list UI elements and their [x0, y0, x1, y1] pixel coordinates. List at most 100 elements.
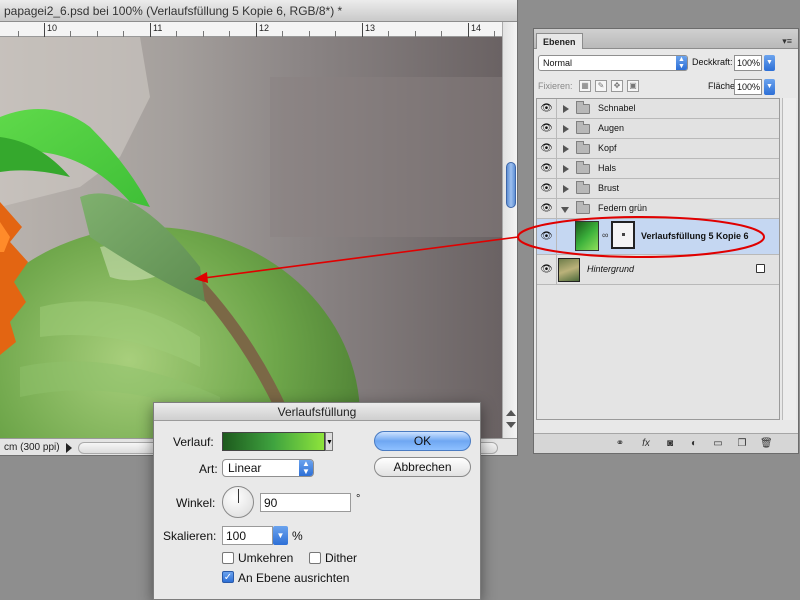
folder-icon	[576, 201, 590, 214]
lock-position-icon[interactable]: ✥	[611, 80, 623, 92]
scale-unit: %	[292, 529, 303, 543]
document-window: papagei2_6.psd bei 100% (Verlaufsfüllung…	[0, 0, 518, 456]
layer-row[interactable]: 👁 Kopf	[537, 139, 779, 159]
visibility-eye-icon[interactable]: 👁	[537, 159, 557, 179]
layer-name: Hals	[598, 163, 617, 173]
blend-mode-value: Normal	[543, 58, 573, 68]
vertical-scrollbar[interactable]	[502, 22, 517, 438]
visibility-eye-icon[interactable]: 👁	[537, 255, 557, 285]
ruler-label: 10	[47, 23, 58, 33]
dither-checkbox[interactable]	[309, 552, 321, 564]
fx-icon[interactable]: fx	[640, 438, 652, 449]
fill-input[interactable]: 100%	[734, 79, 762, 95]
scroll-up-icon[interactable]	[506, 410, 516, 416]
opacity-dropdown-icon[interactable]: ▼	[764, 55, 775, 71]
visibility-eye-icon[interactable]: 👁	[537, 179, 557, 199]
layers-panel: Ebenen ▾≡ Normal ▲ ▼ Deckkraft: 100% ▼ Fi…	[533, 28, 799, 454]
panel-footer: ⚭ fx ◙ ◐ ▭ ❐ 🗑	[534, 433, 798, 453]
ruler-tick	[150, 23, 151, 37]
lock-label: Fixieren:	[538, 81, 573, 91]
adjustment-icon[interactable]: ◐	[688, 438, 700, 449]
align-checkbox[interactable]: ✓	[222, 571, 234, 583]
opacity-label: Deckkraft:	[692, 57, 733, 67]
expand-arrow-icon[interactable]	[563, 145, 569, 153]
cancel-button[interactable]: Abbrechen	[374, 457, 471, 477]
link-chain-icon[interactable]: ∞	[602, 230, 608, 240]
trash-icon[interactable]: 🗑	[760, 438, 773, 449]
angle-unit: °	[356, 493, 361, 505]
angle-input[interactable]	[260, 493, 351, 512]
gradient-fill-dialog: Verlaufsfüllung Verlauf: ▼ Art: Linear ▲…	[153, 402, 481, 600]
panel-header: Ebenen ▾≡	[534, 29, 798, 49]
style-select[interactable]: Linear ▲ ▼	[222, 459, 314, 477]
ruler-label: 12	[259, 23, 270, 33]
lock-all-icon[interactable]: ▣	[627, 80, 639, 92]
layer-row[interactable]: 👁 Schnabel	[537, 99, 779, 119]
angle-label: Winkel:	[176, 496, 216, 510]
mask-thumbnail[interactable]	[611, 221, 635, 249]
gradient-dropdown-icon[interactable]: ▼	[325, 432, 333, 451]
folder-icon	[576, 161, 590, 174]
blend-mode-spinner-icon: ▲ ▼	[676, 56, 687, 70]
collapse-arrow-icon[interactable]	[561, 207, 569, 213]
blend-row: Normal ▲ ▼ Deckkraft: 100% ▼	[538, 55, 794, 73]
scroll-down-icon[interactable]	[506, 422, 516, 428]
status-menu-arrow-icon[interactable]	[66, 443, 72, 453]
reverse-checkbox[interactable]	[222, 552, 234, 564]
layer-row[interactable]: 👁 Brust	[537, 179, 779, 199]
layer-row[interactable]: 👁 Hintergrund	[537, 255, 779, 285]
layer-row[interactable]: 👁 Augen	[537, 119, 779, 139]
ruler-label: 11	[153, 23, 163, 33]
new-layer-icon[interactable]: ❐	[736, 438, 748, 449]
fill-dropdown-icon[interactable]: ▼	[764, 79, 775, 95]
ruler-tick	[362, 23, 363, 37]
background-thumbnail[interactable]	[558, 258, 580, 282]
expand-arrow-icon[interactable]	[563, 105, 569, 113]
opacity-input[interactable]: 100%	[734, 55, 762, 71]
link-icon[interactable]: ⚭	[614, 438, 626, 449]
layers-scrollbar[interactable]	[782, 98, 796, 420]
image-canvas[interactable]	[0, 37, 502, 438]
layer-name: Verlaufsfüllung 5 Kopie 6	[641, 231, 749, 241]
gradient-preview[interactable]	[222, 432, 325, 451]
lock-image-icon[interactable]: ✎	[595, 80, 607, 92]
layer-row[interactable]: 👁 Federn grün	[537, 199, 779, 219]
expand-arrow-icon[interactable]	[563, 125, 569, 133]
layer-row-selected[interactable]: 👁 ∞ Verlaufsfüllung 5 Kopie 6	[537, 219, 779, 255]
scale-label: Skalieren:	[163, 529, 217, 543]
style-label: Art:	[199, 462, 218, 476]
gradient-thumbnail[interactable]	[575, 221, 599, 251]
expand-arrow-icon[interactable]	[563, 185, 569, 193]
visibility-eye-icon[interactable]: 👁	[537, 99, 557, 119]
visibility-eye-icon[interactable]: 👁	[537, 139, 557, 159]
ruler-tick	[256, 23, 257, 37]
lock-transparent-icon[interactable]: ▦	[579, 80, 591, 92]
status-text: cm (300 ppi)	[4, 442, 60, 453]
layers-list: 👁 Schnabel 👁 Augen 👁 Kopf 👁 Hals 👁 Brust…	[536, 98, 780, 420]
folder-icon	[576, 101, 590, 114]
parrot-image	[0, 37, 502, 438]
ruler-tick	[468, 23, 469, 37]
visibility-eye-icon[interactable]: 👁	[537, 119, 557, 139]
gradient-label: Verlauf:	[173, 435, 214, 449]
dialog-title: Verlaufsfüllung	[154, 403, 480, 421]
ruler-label: 13	[365, 23, 376, 33]
scroll-thumb[interactable]	[506, 162, 516, 208]
angle-dial[interactable]	[222, 486, 254, 518]
layer-row[interactable]: 👁 Hals	[537, 159, 779, 179]
style-spinner-icon: ▲ ▼	[299, 460, 313, 476]
mask-icon[interactable]: ◙	[664, 438, 676, 449]
reverse-label: Umkehren	[238, 551, 294, 565]
panel-menu-icon[interactable]: ▾≡	[782, 36, 792, 47]
tab-layers[interactable]: Ebenen	[536, 33, 583, 49]
visibility-eye-icon[interactable]: 👁	[537, 199, 557, 219]
visibility-eye-icon[interactable]: 👁	[537, 219, 557, 255]
folder-icon[interactable]: ▭	[712, 438, 724, 449]
ruler-label: 14	[471, 23, 482, 33]
blend-mode-select[interactable]: Normal ▲ ▼	[538, 55, 688, 71]
ok-button[interactable]: OK	[374, 431, 471, 451]
expand-arrow-icon[interactable]	[563, 165, 569, 173]
scale-dropdown-icon[interactable]: ▼	[273, 526, 288, 545]
layer-name: Schnabel	[598, 103, 636, 113]
scale-input[interactable]	[222, 526, 273, 545]
